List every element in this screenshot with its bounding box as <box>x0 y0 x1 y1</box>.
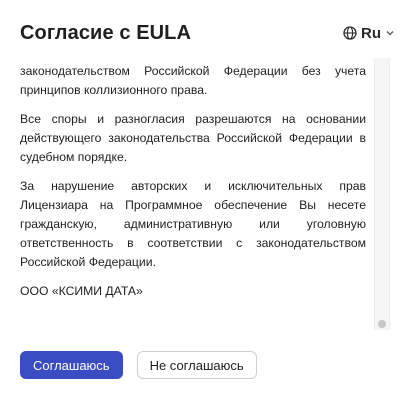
eula-company-signature: ООО «КСИМИ ДАТА» <box>20 284 143 298</box>
agree-button[interactable]: Соглашаюсь <box>20 351 123 379</box>
dialog-actions: Соглашаюсь Не соглашаюсь <box>20 351 257 379</box>
language-selector[interactable]: Ru <box>343 25 395 42</box>
eula-paragraph: За нарушение авторских и исключительных … <box>20 179 366 269</box>
dialog-title: Согласие с EULA <box>20 21 192 44</box>
language-label: Ru <box>361 24 381 42</box>
eula-paragraph: Все споры и разногласия разрешаются на о… <box>20 112 366 164</box>
eula-paragraph: законодательством Российской Федерации б… <box>20 64 366 97</box>
chevron-down-icon <box>385 28 395 38</box>
scrollbar-thumb[interactable] <box>378 320 386 328</box>
disagree-button[interactable]: Не соглашаюсь <box>136 351 257 379</box>
scrollbar-track[interactable] <box>374 58 390 330</box>
eula-dialog: Согласие с EULA Ru законодательством Рос… <box>0 0 415 401</box>
eula-text-scroll-area[interactable]: законодательством Российской Федерации б… <box>20 58 388 328</box>
globe-icon <box>343 26 357 40</box>
eula-text: законодательством Российской Федерации б… <box>20 62 366 311</box>
dialog-header: Согласие с EULA Ru <box>20 18 395 48</box>
